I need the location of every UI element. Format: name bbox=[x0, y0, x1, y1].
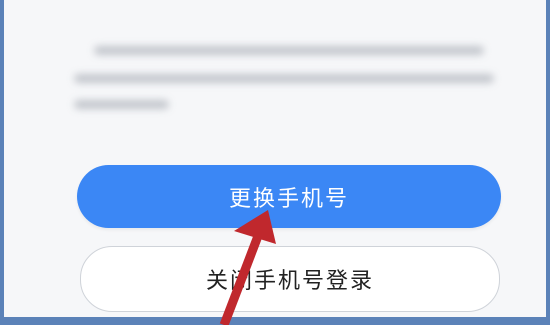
close-phone-login-button[interactable]: 关闭手机号登录 bbox=[80, 246, 500, 312]
phone-screen: 更换手机号 关闭手机号登录 bbox=[4, 0, 546, 317]
blurred-description-text bbox=[74, 40, 504, 120]
change-phone-number-label: 更换手机号 bbox=[228, 186, 349, 212]
change-phone-number-button[interactable]: 更换手机号 bbox=[77, 165, 501, 228]
close-phone-login-label: 关闭手机号登录 bbox=[205, 269, 374, 294]
